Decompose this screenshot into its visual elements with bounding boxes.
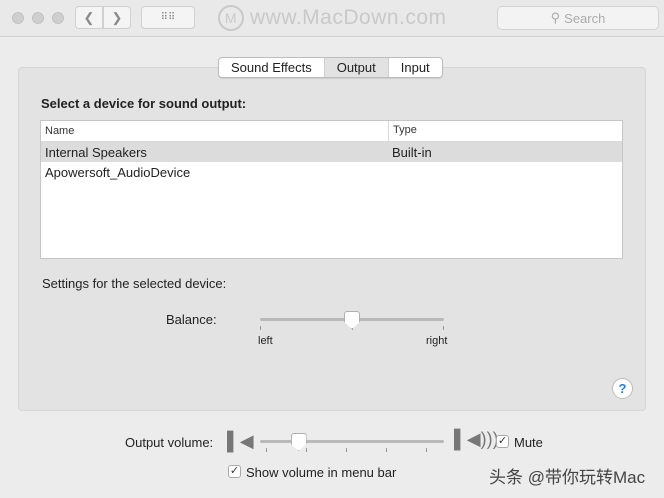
balance-slider[interactable] — [260, 311, 444, 330]
watermark-logo: M — [218, 5, 244, 31]
volume-thumb[interactable] — [290, 433, 307, 451]
column-name[interactable]: Name — [45, 125, 74, 137]
checkmark-icon: ✓ — [497, 435, 508, 447]
speaker-low-icon: ▌◀ — [227, 431, 254, 451]
title-bar: ❮ ❯ ⠿⠿ Mwww.MacDown.com ⚲ Search — [0, 0, 664, 37]
tab-output[interactable]: Output — [323, 58, 389, 77]
search-input[interactable]: ⚲ Search — [497, 6, 659, 30]
search-placeholder: Search — [564, 10, 606, 26]
credit-watermark: 头条 @带你玩转Mac — [489, 468, 646, 487]
checkmark-icon: ✓ — [229, 465, 240, 477]
device-heading: Select a device for sound output: — [41, 96, 247, 111]
tab-bar: Sound Effects Output Input — [218, 57, 443, 78]
show-volume-checkbox[interactable]: ✓ — [228, 465, 241, 478]
speaker-high-icon: ▌◀))) — [454, 429, 499, 449]
show-all-button[interactable]: ⠿⠿ — [141, 6, 195, 29]
table-row[interactable]: Apowersoft_AudioDevice — [41, 162, 622, 182]
search-icon: ⚲ — [550, 10, 561, 25]
watermark-text: www.MacDown.com — [250, 6, 447, 29]
mute-label: Mute — [514, 435, 543, 450]
balance-right-label: right — [426, 335, 448, 347]
table-row[interactable]: Internal Speakers Built-in — [41, 142, 622, 162]
table-header: Name Type — [41, 121, 622, 142]
balance-label: Balance: — [166, 312, 217, 327]
device-table: Name Type Internal Speakers Built-in Apo… — [40, 120, 623, 259]
output-volume-label: Output volume: — [125, 435, 214, 450]
close-button[interactable] — [12, 12, 24, 24]
balance-left-label: left — [258, 335, 273, 347]
minimize-button[interactable] — [32, 12, 44, 24]
chevron-left-icon: ❮ — [83, 10, 95, 25]
volume-slider[interactable] — [260, 433, 444, 452]
device-type: Built-in — [392, 145, 432, 160]
tab-sound-effects[interactable]: Sound Effects — [219, 58, 324, 77]
show-volume-label: Show volume in menu bar — [246, 465, 397, 480]
column-type[interactable]: Type — [388, 121, 421, 141]
back-button[interactable]: ❮ — [75, 6, 103, 29]
zoom-button[interactable] — [52, 12, 64, 24]
watermark: Mwww.MacDown.com — [218, 5, 447, 31]
volume-track — [260, 440, 444, 443]
device-name: Apowersoft_AudioDevice — [45, 165, 191, 180]
settings-label: Settings for the selected device: — [42, 276, 227, 291]
grid-icon: ⠿⠿ — [160, 12, 176, 23]
mute-checkbox[interactable]: ✓ — [496, 435, 509, 448]
device-name: Internal Speakers — [45, 145, 147, 160]
help-button[interactable]: ? — [612, 378, 633, 399]
chevron-right-icon: ❯ — [111, 10, 123, 25]
forward-button[interactable]: ❯ — [103, 6, 131, 29]
tab-input[interactable]: Input — [389, 58, 442, 77]
